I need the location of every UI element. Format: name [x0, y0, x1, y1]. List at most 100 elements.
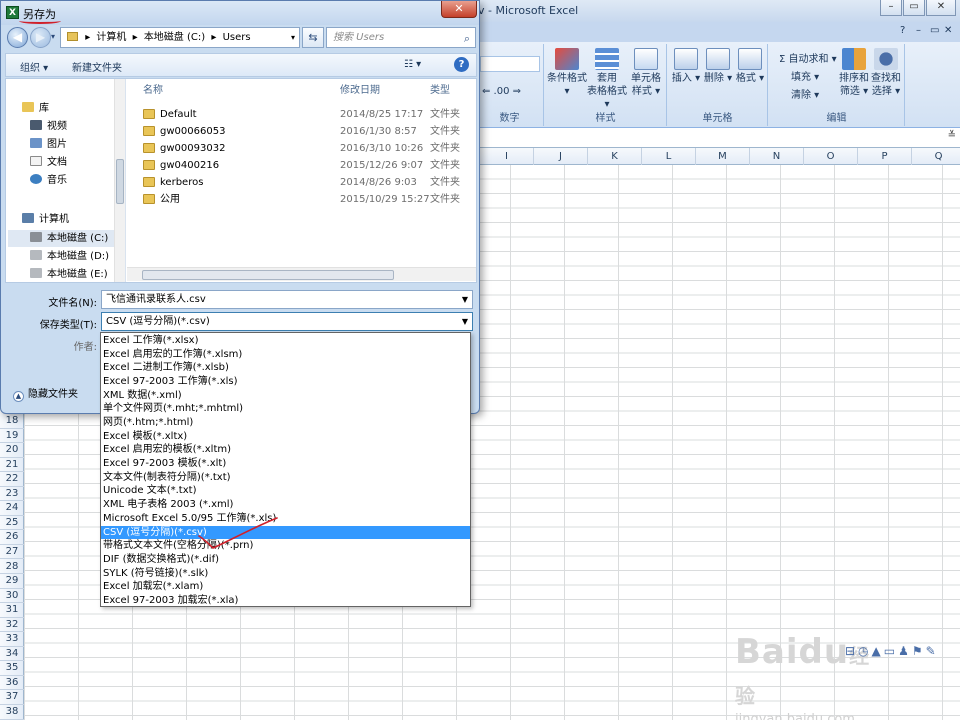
- cell-styles-button[interactable]: 单元格 样式 ▾: [627, 48, 665, 98]
- column-header[interactable]: Q: [912, 148, 960, 165]
- row-header[interactable]: 33: [0, 632, 24, 647]
- nav-scrollbar[interactable]: [114, 79, 125, 282]
- nav-drive-c[interactable]: 本地磁盘 (C:): [8, 230, 114, 247]
- insert-button[interactable]: 插入 ▾: [670, 48, 702, 85]
- horizontal-scrollbar[interactable]: [127, 267, 476, 281]
- row-header[interactable]: 34: [0, 647, 24, 662]
- filetype-option[interactable]: Excel 97-2003 工作簿(*.xls): [101, 375, 470, 389]
- column-header[interactable]: N: [750, 148, 804, 165]
- filetype-option[interactable]: Excel 97-2003 加载宏(*.xla): [101, 594, 470, 608]
- file-row[interactable]: kerberos 2014/8/26 9:03 文件夹: [127, 174, 476, 191]
- address-dropdown-icon[interactable]: ▾: [291, 28, 295, 47]
- doc-restore-icon[interactable]: ▭: [930, 25, 939, 36]
- number-format-combo[interactable]: [480, 56, 540, 72]
- row-header[interactable]: 26: [0, 530, 24, 545]
- row-header[interactable]: 22: [0, 472, 24, 487]
- row-header[interactable]: 36: [0, 676, 24, 691]
- filetype-option[interactable]: 带格式文本文件(空格分隔)(*.prn): [101, 539, 470, 553]
- filetype-option[interactable]: 网页(*.htm;*.html): [101, 416, 470, 430]
- breadcrumb-computer[interactable]: 计算机: [96, 32, 126, 43]
- filename-input[interactable]: 飞信通讯录联系人.csv ▼: [101, 290, 473, 309]
- chevron-down-icon[interactable]: ▼: [462, 291, 468, 308]
- row-header[interactable]: 25: [0, 516, 24, 531]
- filetype-option[interactable]: Excel 启用宏的工作簿(*.xlsm): [101, 348, 470, 362]
- conditional-format-button[interactable]: 条件格式 ▾: [547, 48, 587, 98]
- column-header[interactable]: P: [858, 148, 912, 165]
- fill-button[interactable]: 填充 ▾: [791, 68, 819, 83]
- file-row[interactable]: gw00093032 2016/3/10 10:26 文件夹: [127, 140, 476, 157]
- file-row[interactable]: 公用 2015/10/29 15:27 文件夹: [127, 191, 476, 208]
- search-input[interactable]: 搜索 Users ⌕: [326, 27, 476, 48]
- sort-filter-button[interactable]: 排序和 筛选 ▾: [837, 48, 871, 98]
- back-button[interactable]: ◀: [7, 27, 28, 48]
- nav-computer[interactable]: 计算机: [22, 211, 125, 228]
- hide-folders-button[interactable]: ▲ 隐藏文件夹: [13, 385, 78, 402]
- file-row[interactable]: Default 2014/8/25 17:17 文件夹: [127, 106, 476, 123]
- nav-videos[interactable]: 视频: [30, 118, 125, 135]
- column-header[interactable]: L: [642, 148, 696, 165]
- delete-button[interactable]: 删除 ▾: [702, 48, 734, 85]
- column-header-name[interactable]: 名称: [143, 81, 163, 96]
- filetype-option[interactable]: 单个文件网页(*.mht;*.mhtml): [101, 402, 470, 416]
- row-header[interactable]: 28: [0, 560, 24, 574]
- breadcrumb-drive-c[interactable]: 本地磁盘 (C:): [144, 32, 205, 43]
- help-icon[interactable]: ?: [454, 57, 469, 72]
- format-button[interactable]: 格式 ▾: [734, 48, 766, 85]
- row-header[interactable]: 27: [0, 545, 24, 560]
- recent-dropdown-icon[interactable]: ▾: [51, 32, 55, 41]
- breadcrumb-users[interactable]: Users: [223, 32, 251, 43]
- forward-button[interactable]: ▶: [30, 27, 51, 48]
- restore-button[interactable]: ▭: [903, 0, 925, 16]
- column-header-type[interactable]: 类型: [430, 81, 450, 96]
- filetype-select[interactable]: CSV (逗号分隔)(*.csv) ▼: [101, 312, 473, 331]
- view-options-button[interactable]: ☷ ▾: [404, 59, 421, 70]
- row-header[interactable]: 35: [0, 661, 24, 676]
- file-row[interactable]: gw00066053 2016/1/30 8:57 文件夹: [127, 123, 476, 140]
- row-header[interactable]: 31: [0, 603, 24, 618]
- filetype-option[interactable]: Excel 97-2003 模板(*.xlt): [101, 457, 470, 471]
- filetype-option[interactable]: Excel 工作簿(*.xlsx): [101, 334, 470, 348]
- row-header[interactable]: 38: [0, 705, 24, 720]
- nav-drive-e[interactable]: 本地磁盘 (E:): [30, 266, 125, 282]
- organize-button[interactable]: 组织 ▾: [20, 59, 48, 74]
- row-header[interactable]: 23: [0, 487, 24, 502]
- clear-button[interactable]: 清除 ▾: [791, 86, 819, 101]
- autosum-button[interactable]: Σ 自动求和 ▾: [779, 50, 837, 65]
- formula-expand-icon[interactable]: ≚: [948, 130, 956, 141]
- row-header[interactable]: 30: [0, 589, 24, 604]
- row-header[interactable]: 29: [0, 574, 24, 589]
- filetype-option[interactable]: XML 数据(*.xml): [101, 389, 470, 403]
- chevron-down-icon[interactable]: ▼: [462, 313, 468, 330]
- filetype-option[interactable]: CSV (逗号分隔)(*.csv): [101, 525, 470, 540]
- column-header-date[interactable]: 修改日期: [340, 81, 380, 96]
- row-header[interactable]: 32: [0, 618, 24, 633]
- help-small-icon[interactable]: ?: [900, 25, 905, 36]
- filetype-option[interactable]: Excel 模板(*.xltx): [101, 430, 470, 444]
- column-header[interactable]: O: [804, 148, 858, 165]
- filetype-option[interactable]: Excel 二进制工作簿(*.xlsb): [101, 361, 470, 375]
- filetype-option[interactable]: DIF (数据交换格式)(*.dif): [101, 553, 470, 567]
- nav-music[interactable]: 音乐: [30, 172, 125, 189]
- row-header[interactable]: 24: [0, 501, 24, 516]
- dialog-close-button[interactable]: ✕: [441, 1, 477, 18]
- nav-drive-d[interactable]: 本地磁盘 (D:): [30, 248, 125, 265]
- doc-minimize-icon[interactable]: –: [916, 25, 921, 36]
- filetype-option[interactable]: Excel 启用宏的模板(*.xltm): [101, 443, 470, 457]
- filetype-option[interactable]: Microsoft Excel 5.0/95 工作簿(*.xls): [101, 512, 470, 526]
- refresh-button[interactable]: ⇆: [302, 27, 324, 48]
- column-header[interactable]: K: [588, 148, 642, 165]
- file-row[interactable]: gw0400216 2015/12/26 9:07 文件夹: [127, 157, 476, 174]
- nav-libraries[interactable]: 库: [22, 100, 125, 117]
- row-header[interactable]: 20: [0, 443, 24, 458]
- excel-close-button[interactable]: ✕: [926, 0, 956, 16]
- row-header[interactable]: 37: [0, 690, 24, 705]
- doc-close-icon[interactable]: ✕: [944, 25, 952, 36]
- nav-pictures[interactable]: 图片: [30, 136, 125, 153]
- column-header[interactable]: J: [534, 148, 588, 165]
- nav-documents[interactable]: 文档: [30, 154, 125, 171]
- row-header[interactable]: 19: [0, 429, 24, 444]
- address-bar[interactable]: ▸ 计算机 ▸ 本地磁盘 (C:) ▸ Users ▾: [60, 27, 300, 48]
- filetype-option[interactable]: XML 电子表格 2003 (*.xml): [101, 498, 470, 512]
- row-header[interactable]: 21: [0, 458, 24, 473]
- decimal-buttons[interactable]: ⇐ .00 ⇒: [482, 86, 521, 97]
